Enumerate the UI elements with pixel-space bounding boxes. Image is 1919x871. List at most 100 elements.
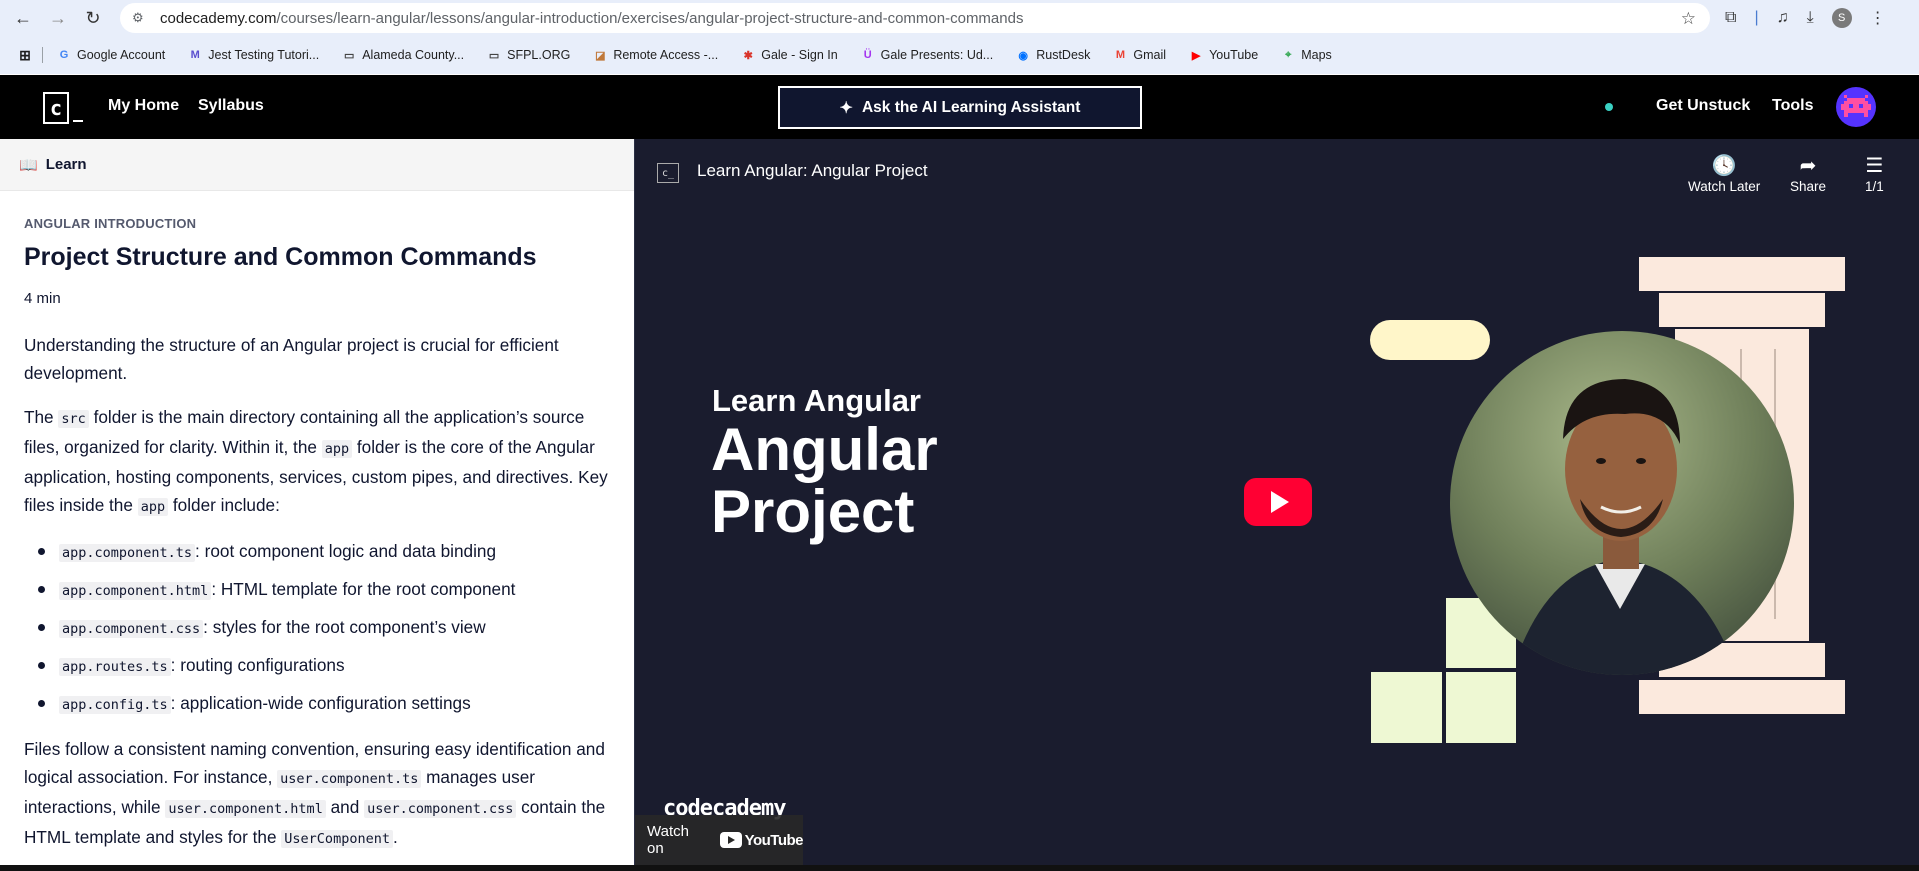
bookmark-item[interactable]: ▭ SFPL.ORG (487, 48, 570, 62)
play-button[interactable] (1244, 478, 1312, 526)
back-arrow-icon[interactable]: ← (8, 3, 38, 33)
learn-tab[interactable]: 📖 Learn (0, 139, 634, 191)
lesson-duration: 4 min (24, 290, 61, 307)
yellow-pill (1370, 320, 1490, 360)
google-icon: G (59, 49, 69, 61)
bookmark-item[interactable]: M Jest Testing Tutori... (188, 48, 320, 62)
youtube-logo: YouTube (719, 831, 804, 849)
bookmark-item[interactable]: ▭ Alameda County... (342, 48, 464, 62)
bookmark-label: Remote Access -... (613, 48, 719, 62)
code-user-component-ts: user.component.ts (277, 770, 422, 788)
sparkle-icon: ✦ (839, 99, 853, 117)
udemy-icon: Ü (863, 49, 872, 61)
intro-paragraph: Understanding the structure of an Angula… (24, 335, 559, 383)
green-block (1369, 670, 1444, 745)
bookmark-label: SFPL.ORG (507, 48, 571, 62)
bookmark-item[interactable]: ◪ Remote Access -... (593, 48, 718, 62)
ai-assistant-label: Ask the AI Learning Assistant (861, 98, 1081, 116)
key-files-list: app.component.ts: root component logic a… (35, 533, 610, 723)
pillar-top (1639, 257, 1845, 291)
book-icon: 📖 (19, 156, 38, 174)
code-src: src (58, 410, 89, 428)
bookmark-label: Gale - Sign In (761, 48, 838, 62)
file-description: : HTML template for the root component (211, 579, 516, 599)
bookmark-item[interactable]: Ü Gale Presents: Ud... (861, 48, 994, 62)
green-block (1444, 670, 1518, 745)
list-item: app.routes.ts: routing configurations (35, 647, 610, 685)
url-host: codecademy.com (160, 9, 277, 27)
bookmark-item[interactable]: M Gmail (1113, 48, 1166, 62)
m-icon: M (190, 49, 200, 61)
pillar-capital (1659, 293, 1825, 327)
file-name-code: app.component.css (59, 620, 204, 638)
gale-icon: ✱ (743, 49, 753, 62)
apps-grid-icon[interactable]: ⊞ (18, 47, 32, 63)
download-icon[interactable]: ⤓ (1807, 9, 1814, 27)
toolbar-divider: | (1754, 9, 1759, 26)
list-item: app.config.ts: application-wide configur… (35, 685, 610, 723)
address-bar[interactable]: ⚙ codecademy.com/courses/learn-angular/l… (120, 3, 1710, 33)
youtube-wordmark: YouTube (744, 831, 804, 849)
file-description: : application-wide configuration setting… (170, 693, 471, 713)
profile-avatar[interactable]: S (1831, 8, 1852, 28)
media-controls-icon[interactable]: ♫ (1777, 9, 1789, 27)
rustdesk-icon: ◉ (1018, 49, 1029, 62)
tools-button[interactable]: Tools (1772, 97, 1813, 115)
code-app: app (321, 440, 353, 458)
folder-icon: ▭ (344, 49, 355, 62)
list-item: app.component.css: styles for the root c… (35, 609, 610, 647)
codecademy-logo[interactable]: c (43, 92, 85, 124)
video-player[interactable]: c_ Learn Angular: Angular Project 🕓 Watc… (635, 139, 1919, 865)
src-paragraph: The src folder is the main directory con… (24, 407, 608, 516)
extensions-icon[interactable]: ⧉ (1725, 9, 1736, 27)
menu-dots-icon[interactable]: ⋮ (1870, 8, 1886, 28)
code-app: app (137, 498, 169, 516)
file-name-code: app.component.ts (59, 544, 196, 562)
list-item: app.component.ts: root component logic a… (35, 533, 610, 571)
file-description: : root component logic and data binding (195, 541, 497, 561)
file-description: : styles for the root component’s view (203, 617, 486, 637)
bookmark-item[interactable]: ✱ Gale - Sign In (741, 48, 838, 62)
app-header: c My Home Syllabus ✦ Ask the AI Learning… (0, 75, 1919, 139)
bookmarks-bar: ⊞ G Google Account M Jest Testing Tutori...… (0, 36, 1919, 74)
nav-my-home[interactable]: My Home (108, 97, 179, 115)
folder-icon: ▭ (488, 49, 500, 62)
maps-icon: ⌖ (1285, 48, 1292, 61)
code-user-component-css: user.component.css (364, 800, 517, 818)
learn-tab-label: Learn (45, 156, 87, 173)
youtube-play-icon (719, 832, 742, 848)
lesson-panel: 📖 Learn ANGULAR INTRODUCTION Project Str… (0, 139, 634, 871)
bookmark-item[interactable]: ⌖ Maps (1281, 48, 1332, 62)
site-info-icon[interactable]: ⚙ (132, 10, 148, 26)
forward-arrow-icon[interactable]: → (43, 3, 73, 33)
bookmark-label: RustDesk (1036, 48, 1091, 62)
lesson-content: ANGULAR INTRODUCTION Project Structure a… (0, 216, 634, 853)
bookmark-label: YouTube (1209, 48, 1259, 62)
get-unstuck-button[interactable]: Get Unstuck (1656, 97, 1750, 115)
bookmark-star-icon[interactable]: ☆ (1681, 9, 1696, 29)
play-icon (1271, 491, 1289, 513)
gmail-icon: M (1115, 49, 1125, 61)
list-item: app.component.html: HTML template for th… (35, 571, 610, 609)
bookmark-label: Maps (1301, 48, 1332, 62)
remote-icon: ◪ (595, 49, 606, 62)
naming-paragraph: Files follow a consistent naming convent… (24, 739, 606, 848)
watch-on-youtube-button[interactable]: Watch on YouTube (635, 815, 804, 865)
bookmark-item[interactable]: ◉ RustDesk (1016, 48, 1090, 62)
nav-syllabus[interactable]: Syllabus (198, 97, 264, 115)
status-indicator (1605, 103, 1613, 111)
user-avatar[interactable] (1836, 87, 1876, 127)
file-description: : routing configurations (170, 655, 345, 675)
file-name-code: app.config.ts (59, 696, 171, 714)
file-name-code: app.component.html (59, 582, 212, 600)
bookmark-item[interactable]: G Google Account (57, 48, 166, 62)
bookmark-label: Jest Testing Tutori... (208, 48, 320, 62)
bookmark-item[interactable]: ▶ YouTube (1189, 48, 1258, 62)
lesson-title: Project Structure and Common Commands (24, 243, 537, 271)
url-path: /courses/learn-angular/lessons/angular-i… (276, 9, 1024, 27)
ai-assistant-button[interactable]: ✦ Ask the AI Learning Assistant (778, 86, 1142, 129)
file-name-code: app.routes.ts (59, 658, 171, 676)
watch-on-label: Watch on (647, 823, 689, 857)
reload-icon[interactable]: ↻ (78, 3, 108, 33)
bookmark-label: Gale Presents: Ud... (880, 48, 994, 62)
